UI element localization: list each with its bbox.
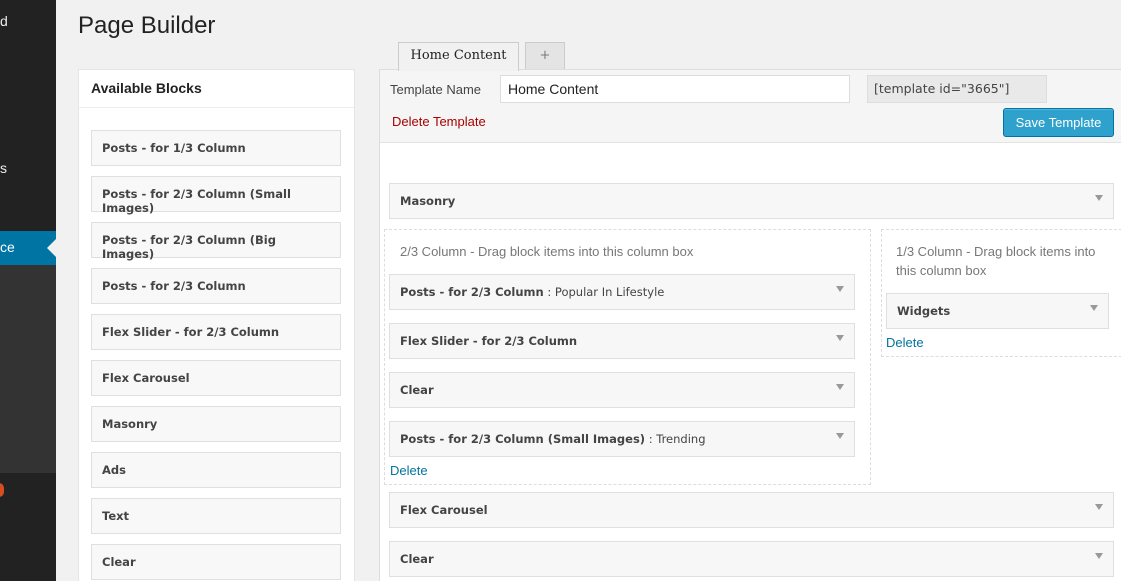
- sidebar-item-fragment[interactable]: s: [0, 160, 7, 176]
- block-item[interactable]: Masonry: [91, 406, 341, 442]
- column-block-item[interactable]: Posts - for 2/3 Column (Small Images) : …: [389, 421, 855, 457]
- delete-template-link[interactable]: Delete Template: [392, 114, 486, 129]
- block-subtitle: : Trending: [645, 432, 706, 446]
- sidebar-item-fragment[interactable]: d: [0, 13, 8, 29]
- add-template-tab[interactable]: +: [525, 42, 565, 70]
- template-name-label: Template Name: [390, 82, 482, 97]
- block-subtitle: : Popular In Lifestyle: [543, 285, 665, 299]
- admin-sidebar: d s ce: [0, 0, 56, 581]
- layout-block-clear[interactable]: Clear: [389, 541, 1114, 577]
- block-item[interactable]: Posts - for 1/3 Column: [91, 130, 341, 166]
- template-header: Template Name [template id="3665"] Delet…: [380, 70, 1121, 143]
- expand-caret-icon[interactable]: [836, 433, 844, 439]
- column-description: 1/3 Column - Drag block items into this …: [896, 244, 1096, 278]
- expand-caret-icon[interactable]: [1095, 553, 1103, 559]
- expand-caret-icon[interactable]: [1095, 504, 1103, 510]
- block-item[interactable]: Posts - for 2/3 Column: [91, 268, 341, 304]
- available-blocks-panel: Available Blocks Posts - for 1/3 Column …: [78, 69, 355, 581]
- expand-caret-icon[interactable]: [836, 335, 844, 341]
- template-area: Template Name [template id="3665"] Delet…: [379, 69, 1121, 581]
- sidebar-submenu: [0, 265, 56, 473]
- layout-block-masonry[interactable]: Masonry: [389, 183, 1114, 219]
- block-item[interactable]: Posts - for 2/3 Column (Big Images): [91, 222, 341, 261]
- available-blocks-heading: Available Blocks: [79, 70, 354, 108]
- block-title: Clear: [400, 552, 434, 566]
- block-title: Posts - for 2/3 Column: [400, 285, 544, 299]
- delete-column-link[interactable]: Delete: [390, 463, 428, 478]
- expand-caret-icon[interactable]: [836, 384, 844, 390]
- two-thirds-column-box[interactable]: 2/3 Column - Drag block items into this …: [384, 229, 871, 485]
- template-name-input[interactable]: [500, 75, 850, 103]
- column-block-item[interactable]: Widgets: [886, 293, 1109, 329]
- expand-caret-icon[interactable]: [836, 286, 844, 292]
- delete-column-link[interactable]: Delete: [886, 335, 924, 350]
- one-third-column-box[interactable]: 1/3 Column - Drag block items into this …: [881, 229, 1121, 357]
- template-shortcode[interactable]: [template id="3665"]: [867, 75, 1047, 103]
- block-item[interactable]: Clear: [91, 544, 341, 580]
- sidebar-item-label: ce: [0, 239, 15, 255]
- block-title: Widgets: [897, 304, 951, 318]
- block-item[interactable]: Flex Slider - for 2/3 Column: [91, 314, 341, 350]
- block-title: Masonry: [400, 194, 456, 208]
- block-item[interactable]: Text: [91, 498, 341, 534]
- block-title: Flex Slider - for 2/3 Column: [400, 334, 578, 348]
- column-block-item[interactable]: Flex Slider - for 2/3 Column: [389, 323, 855, 359]
- expand-caret-icon[interactable]: [1095, 195, 1103, 201]
- block-item[interactable]: Flex Carousel: [91, 360, 341, 396]
- block-item[interactable]: Ads: [91, 452, 341, 488]
- update-badge: [0, 483, 4, 497]
- column-description: 2/3 Column - Drag block items into this …: [400, 244, 694, 259]
- save-template-button[interactable]: Save Template: [1003, 108, 1114, 137]
- page-title: Page Builder: [78, 12, 216, 39]
- current-indicator-icon: [47, 239, 56, 257]
- column-block-item[interactable]: Clear: [389, 372, 855, 408]
- sidebar-item-current[interactable]: ce: [0, 231, 56, 265]
- block-item[interactable]: Posts - for 2/3 Column (Small Images): [91, 176, 341, 215]
- block-title: Posts - for 2/3 Column (Small Images): [400, 432, 646, 446]
- tab-home-content[interactable]: Home Content: [398, 42, 519, 71]
- layout-block-flex-carousel[interactable]: Flex Carousel: [389, 492, 1114, 528]
- block-title: Clear: [400, 383, 434, 397]
- expand-caret-icon[interactable]: [1090, 305, 1098, 311]
- block-title: Flex Carousel: [400, 503, 488, 517]
- column-block-item[interactable]: Posts - for 2/3 Column : Popular In Life…: [389, 274, 855, 310]
